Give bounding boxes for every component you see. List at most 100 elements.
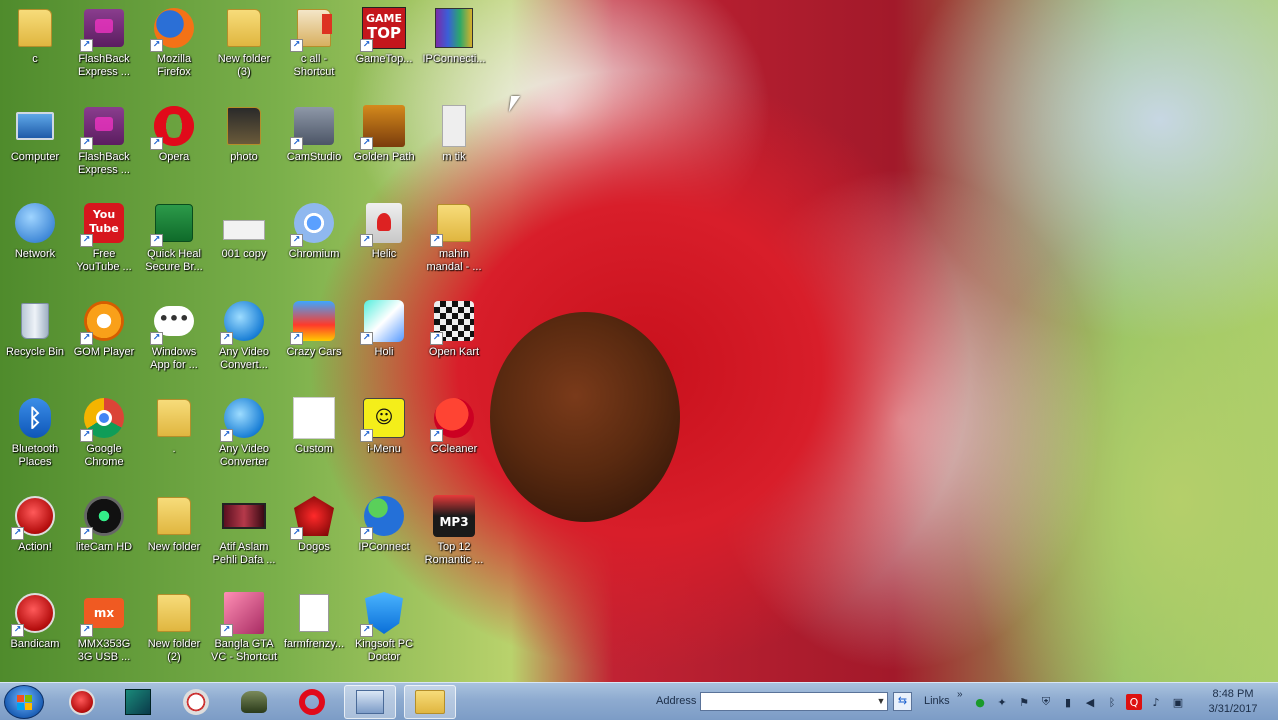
- desktop-icon[interactable]: ↗ Any Video Convert...: [209, 293, 279, 383]
- desktop-icon-label: liteCam HD: [75, 541, 133, 553]
- desktop-icon[interactable]: ↗ Mozilla Firefox: [139, 0, 209, 90]
- address-input[interactable]: [700, 692, 888, 711]
- desktop-icon[interactable]: ↗ FlashBack Express ...: [69, 0, 139, 90]
- gom-player-icon: ↗: [80, 299, 126, 345]
- speaker-tray-icon[interactable]: ♪: [1148, 694, 1164, 710]
- desktop-icon[interactable]: .: [139, 390, 209, 480]
- desktop-icon[interactable]: ↗ Quick Heal Secure Br...: [139, 195, 209, 285]
- desktop-icon-label: photo: [230, 151, 258, 163]
- desktop-icon[interactable]: MP3 Top 12 Romantic ...: [419, 488, 489, 578]
- desktop-icon[interactable]: Atif Aslam Pehli Dafa ...: [209, 488, 279, 578]
- taskbar-button[interactable]: [228, 685, 280, 719]
- gamepad-tray-icon[interactable]: ✦: [994, 694, 1010, 710]
- desktop-icon[interactable]: ↗ Chromium: [279, 195, 349, 285]
- battery-tray-icon[interactable]: ▮: [1060, 694, 1076, 710]
- opera-taskbar-icon: [299, 689, 325, 715]
- shortcut-arrow-icon: ↗: [220, 624, 233, 637]
- quickheal-tray-icon[interactable]: Q: [1126, 694, 1142, 710]
- shortcut-arrow-icon: ↗: [220, 429, 233, 442]
- display-tray-icon[interactable]: ▣: [1170, 694, 1186, 710]
- desktop-icon[interactable]: ↗ IPConnect: [349, 488, 419, 578]
- desktop-icon-label: Computer: [10, 151, 60, 163]
- desktop-icon[interactable]: ↗ Helic: [349, 195, 419, 285]
- desktop-icon[interactable]: ↗ Open Kart: [419, 293, 489, 383]
- desktop-icon[interactable]: ↗ Crazy Cars: [279, 293, 349, 383]
- desktop-icon[interactable]: ••• ↗ Windows App for ...: [139, 293, 209, 383]
- desktop-icon[interactable]: ↗ Holi: [349, 293, 419, 383]
- desktop-icon-label: Network: [14, 248, 56, 260]
- ipconnect-icon: ↗: [360, 494, 406, 540]
- flag-tray-icon[interactable]: ⚑: [1016, 694, 1032, 710]
- links-toolbar-label[interactable]: Links: [924, 695, 950, 707]
- desktop-icon[interactable]: ↗ Google Chrome: [69, 390, 139, 480]
- desktop-icon[interactable]: ↗ GOM Player: [69, 293, 139, 383]
- desktop-icon[interactable]: ↗ liteCam HD: [69, 488, 139, 578]
- desktop-icon[interactable]: ↗ CamStudio: [279, 98, 349, 188]
- desktop-icon-label: Mozilla Firefox: [156, 53, 192, 78]
- desktop-icon[interactable]: Recycle Bin: [0, 293, 70, 383]
- address-label: Address: [656, 695, 697, 707]
- desktop-icon[interactable]: farmfrenzy...: [279, 585, 349, 675]
- desktop-icon[interactable]: You Tube ↗ Free YouTube ...: [69, 195, 139, 285]
- desktop-icon[interactable]: New folder: [139, 488, 209, 578]
- any-video-icon: ↗: [220, 299, 266, 345]
- desktop-icon[interactable]: New folder (2): [139, 585, 209, 675]
- start-button[interactable]: [4, 685, 44, 719]
- desktop-icon[interactable]: ↗ Any Video Converter: [209, 390, 279, 480]
- desktop-icon[interactable]: photo: [209, 98, 279, 188]
- desktop-icon[interactable]: New folder (3): [209, 0, 279, 90]
- desktop-icon[interactable]: IPConnecti...: [419, 0, 489, 90]
- winrar-icon: [432, 6, 476, 50]
- desktop-icon[interactable]: ↗ CCleaner: [419, 390, 489, 480]
- desktop-icon[interactable]: ↗ Golden Path: [349, 98, 419, 188]
- desktop-icon-label: FlashBack Express ...: [78, 151, 130, 176]
- address-dropdown-icon[interactable]: ▼: [874, 693, 888, 710]
- desktop-icon[interactable]: ↗ Dogos: [279, 488, 349, 578]
- volume-tray-icon[interactable]: ◀: [1082, 694, 1098, 710]
- desktop: c Computer Network Recycle Bin ᛒ Bluetooth Pl…: [0, 0, 1278, 682]
- desktop-icon[interactable]: ↗ mahin mandal - ...: [419, 195, 489, 285]
- shortcut-arrow-icon: ↗: [80, 429, 93, 442]
- taskbar-button[interactable]: [404, 685, 456, 719]
- desktop-icon[interactable]: Custom: [279, 390, 349, 480]
- shield-tray-icon[interactable]: ⛨: [1038, 694, 1054, 710]
- taskbar-button[interactable]: [56, 685, 108, 719]
- desktop-icon-label: Windows App for ...: [150, 346, 198, 371]
- desktop-icon[interactable]: ᛒ Bluetooth Places: [0, 390, 70, 480]
- opera-icon: ↗: [150, 104, 196, 150]
- taskbar-button[interactable]: [112, 685, 164, 719]
- links-chevron-icon[interactable]: »: [957, 689, 963, 700]
- taskbar-button[interactable]: [286, 685, 338, 719]
- desktop-icon-label: MMX353G 3G USB ...: [77, 638, 131, 663]
- desktop-icon[interactable]: ↗ Action!: [0, 488, 70, 578]
- clock[interactable]: 8:48 PM 3/31/2017: [1198, 687, 1268, 717]
- desktop-icon[interactable]: ↗ Bandicam: [0, 585, 70, 675]
- bluetooth-tray-icon[interactable]: ᛒ: [1104, 694, 1120, 710]
- desktop-icon[interactable]: mx ↗ MMX353G 3G USB ...: [69, 585, 139, 675]
- desktop-icon[interactable]: Computer: [0, 98, 70, 188]
- folder-shortcut-icon: ↗: [290, 6, 336, 52]
- desktop-icon[interactable]: ↗ Kingsoft PC Doctor: [349, 585, 419, 675]
- desktop-icon[interactable]: ↗ Bangla GTA VC - Shortcut: [209, 585, 279, 675]
- desktop-icon[interactable]: ↗ c all - Shortcut: [279, 0, 349, 90]
- desktop-icon[interactable]: Network: [0, 195, 70, 285]
- desktop-icon[interactable]: ↗ FlashBack Express ...: [69, 98, 139, 188]
- gamer-taskbar-icon: [241, 691, 267, 713]
- desktop-icon[interactable]: GAME TOP ↗ GameTop...: [349, 0, 419, 90]
- crazy-cars-icon: ↗: [290, 299, 336, 345]
- taskbar-button[interactable]: [170, 685, 222, 719]
- desktop-icon-label: Opera: [158, 151, 190, 163]
- desktop-icon[interactable]: ↗ Opera: [139, 98, 209, 188]
- desktop-icon[interactable]: c: [0, 0, 70, 90]
- desktop-icon[interactable]: ☺ ↗ i-Menu: [349, 390, 419, 480]
- action-icon: ↗: [11, 494, 57, 540]
- address-go-button[interactable]: ⇆: [893, 692, 912, 711]
- folder-shortcut-icon: ↗: [430, 201, 476, 247]
- folder-icon: [222, 104, 266, 148]
- desktop-icon[interactable]: m tik: [419, 98, 489, 188]
- desktop-icon[interactable]: 001 copy: [209, 195, 279, 285]
- shortcut-arrow-icon: ↗: [80, 332, 93, 345]
- windows-start-icon: [17, 695, 33, 711]
- network-tray-icon[interactable]: ●: [972, 694, 988, 710]
- taskbar-button[interactable]: [344, 685, 396, 719]
